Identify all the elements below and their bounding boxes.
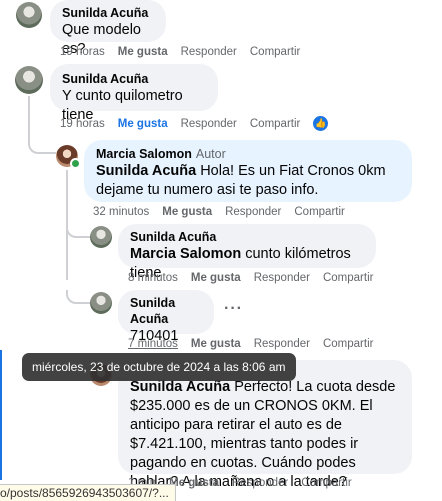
reply-bubble: Sunilda Acuña 710401 bbox=[118, 290, 214, 344]
thumbs-up-icon[interactable]: 👍 bbox=[313, 116, 329, 131]
author-badge: Autor bbox=[195, 147, 226, 161]
share-button[interactable]: Compartir bbox=[250, 46, 300, 58]
reply-time[interactable]: 32 minutos bbox=[93, 206, 149, 218]
reply-button[interactable]: Responder bbox=[254, 272, 310, 284]
share-button[interactable]: Compartir bbox=[323, 272, 373, 284]
avatar[interactable] bbox=[16, 2, 42, 28]
comment-actions: 19 horas Me gusta Responder Compartir 👍 bbox=[60, 116, 329, 131]
comment-author[interactable]: Sunilda Acuña bbox=[62, 71, 206, 87]
reply-actions: 32 minutos Me gusta Responder Compartir bbox=[93, 206, 345, 218]
reply-button[interactable]: Responder bbox=[181, 118, 237, 130]
like-button[interactable]: Me gusta bbox=[162, 206, 212, 218]
reply-author[interactable]: Sunilda Acuña bbox=[130, 229, 364, 245]
avatar[interactable] bbox=[15, 66, 43, 94]
reply-time[interactable]: 8 minutos bbox=[128, 272, 178, 284]
reply-button[interactable]: Responder bbox=[254, 338, 310, 350]
reply-author[interactable]: Marcia Salomon bbox=[96, 147, 192, 161]
like-button[interactable]: Me gusta bbox=[191, 338, 241, 350]
reply-actions: 8 minutos Me gusta Responder Compartir bbox=[128, 272, 373, 284]
comment-author[interactable]: Sunilda Acuña bbox=[62, 5, 154, 21]
reply-button[interactable]: Responder bbox=[181, 46, 237, 58]
reply-bubble: Marcia Salomon Autor Sunilda Acuña Hola! … bbox=[84, 140, 412, 202]
thread-connector bbox=[66, 224, 90, 238]
reply-actions: 7 minutos Me gusta Responder Compartir bbox=[128, 338, 373, 350]
reply-text: Sunilda Acuña Perfecto! La cuota desde $… bbox=[130, 379, 396, 490]
like-button[interactable]: Me gusta bbox=[118, 118, 168, 130]
reply-text: Sunilda Acuña Hola! Es un Fiat Cronos 0k… bbox=[96, 163, 386, 198]
avatar[interactable] bbox=[90, 292, 112, 314]
share-button[interactable]: Compartir bbox=[301, 477, 351, 489]
more-options-icon[interactable]: ··· bbox=[224, 300, 243, 318]
thread-line bbox=[28, 96, 30, 144]
mention-link[interactable]: Sunilda Acuña bbox=[96, 163, 196, 179]
comment-actions: 19 horas Me gusta Responder Compartir bbox=[60, 46, 300, 58]
timestamp-tooltip: miércoles, 23 de octubre de 2024 a las 8… bbox=[22, 353, 296, 381]
reply-author[interactable]: Sunilda Acuña bbox=[130, 295, 202, 327]
online-status-icon bbox=[70, 158, 81, 169]
thread-connector bbox=[66, 290, 90, 304]
status-bar-url: o/posts/8565926943503607/?... bbox=[0, 484, 176, 501]
share-button[interactable]: Compartir bbox=[294, 206, 344, 218]
mention-link[interactable]: Marcia Salomon bbox=[130, 246, 241, 262]
comment-bubble: Sunilda Acuña Y cunto quilometro tiene bbox=[50, 64, 218, 123]
reply-button[interactable]: Responder bbox=[232, 477, 288, 489]
highlight-edge bbox=[0, 350, 2, 480]
mention-link[interactable]: Sunilda Acuña bbox=[130, 379, 230, 395]
share-button[interactable]: Compartir bbox=[323, 338, 373, 350]
comment-bubble: Sunilda Acuña Que modelo es? bbox=[50, 0, 166, 57]
comment-time[interactable]: 19 horas bbox=[60, 46, 105, 58]
like-button[interactable]: Me gusta bbox=[169, 477, 219, 489]
like-button[interactable]: Me gusta bbox=[118, 46, 168, 58]
comment-time[interactable]: 19 horas bbox=[60, 118, 105, 130]
share-button[interactable]: Compartir bbox=[250, 118, 300, 130]
thread-connector bbox=[28, 140, 56, 154]
avatar[interactable] bbox=[90, 226, 112, 248]
reply-time[interactable]: 7 minutos bbox=[128, 338, 178, 350]
like-button[interactable]: Me gusta bbox=[191, 272, 241, 284]
reply-button[interactable]: Responder bbox=[225, 206, 281, 218]
reply-bubble: Sunilda Acuña Marcia Salomon cunto kilóm… bbox=[118, 224, 376, 281]
